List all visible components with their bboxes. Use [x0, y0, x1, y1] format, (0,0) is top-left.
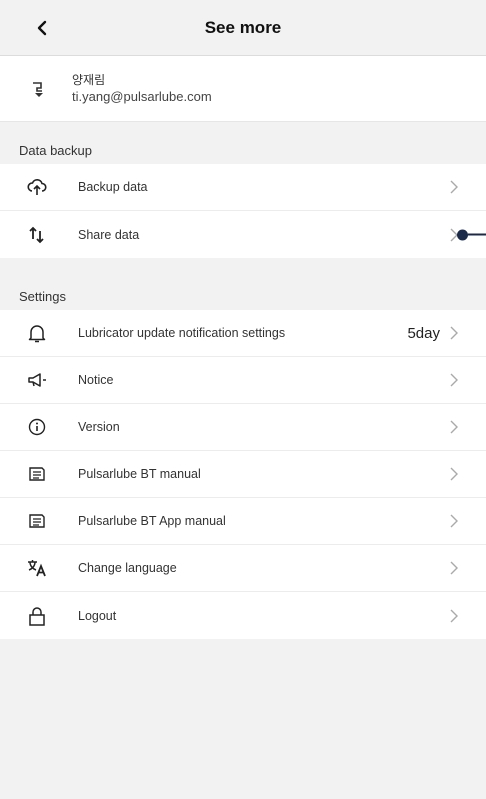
menu-item-version[interactable]: Version [0, 404, 486, 451]
app-header: See more [0, 0, 486, 56]
see-more-screen: See more 양재림 ti.yang@pulsarlube.com Data… [0, 0, 486, 799]
megaphone-icon [28, 373, 46, 387]
menu-item-backup-data[interactable]: Backup data [0, 164, 486, 211]
settings-menu: Lubricator update notification settings … [0, 310, 486, 639]
profile-email: ti.yang@pulsarlube.com [72, 88, 212, 104]
manual-icon [29, 514, 45, 528]
chevron-right-icon [450, 326, 458, 340]
chevron-left-icon [37, 20, 47, 36]
page-title: See more [204, 17, 282, 37]
section-header-settings: Settings [0, 258, 486, 310]
info-icon [28, 418, 46, 436]
chevron-right-icon [450, 609, 458, 622]
chevron-right-icon [450, 561, 458, 575]
profile-name: 양재림 [72, 72, 106, 87]
pointer-indicator [457, 229, 486, 240]
transfer-arrows-icon [29, 226, 44, 243]
bell-icon [28, 325, 46, 343]
chevron-right-icon [450, 373, 458, 387]
profile-row[interactable]: 양재림 ti.yang@pulsarlube.com [0, 56, 486, 122]
menu-item-label: Change language [78, 561, 177, 575]
lock-icon [29, 606, 45, 626]
menu-item-label: Share data [78, 227, 140, 242]
profile-icon-wrap [0, 79, 78, 99]
chevron-right-icon [450, 420, 458, 434]
chevron-right-icon [450, 180, 458, 194]
menu-item-logout[interactable]: Logout [0, 592, 486, 639]
manual-icon [29, 467, 45, 481]
menu-item-label: Lubricator update notification settings [78, 326, 286, 340]
chevron-right-icon [450, 514, 458, 528]
data-backup-menu: Backup data Share data [0, 164, 486, 258]
menu-item-label: Version [78, 420, 120, 434]
chevron-right-icon [450, 467, 458, 481]
menu-item-label: Backup data [78, 180, 148, 194]
notification-days-value: 5day [407, 324, 440, 342]
menu-item-label: Logout [78, 608, 117, 623]
menu-item-change-language[interactable]: Change language [0, 545, 486, 592]
user-badge-icon [33, 81, 43, 97]
menu-item-notification-settings[interactable]: Lubricator update notification settings … [0, 310, 486, 357]
back-button[interactable] [26, 12, 58, 44]
menu-item-bt-app-manual[interactable]: Pulsarlube BT App manual [0, 498, 486, 545]
menu-item-share-data[interactable]: Share data [0, 211, 486, 258]
menu-item-notice[interactable]: Notice [0, 357, 486, 404]
menu-item-label: Pulsarlube BT manual [78, 467, 201, 481]
translate-icon [28, 560, 46, 577]
menu-item-bt-manual[interactable]: Pulsarlube BT manual [0, 451, 486, 498]
cloud-upload-icon [27, 179, 47, 195]
menu-item-label: Notice [78, 373, 114, 387]
section-header-data-backup: Data backup [0, 122, 486, 164]
menu-item-label: Pulsarlube BT App manual [78, 514, 226, 528]
